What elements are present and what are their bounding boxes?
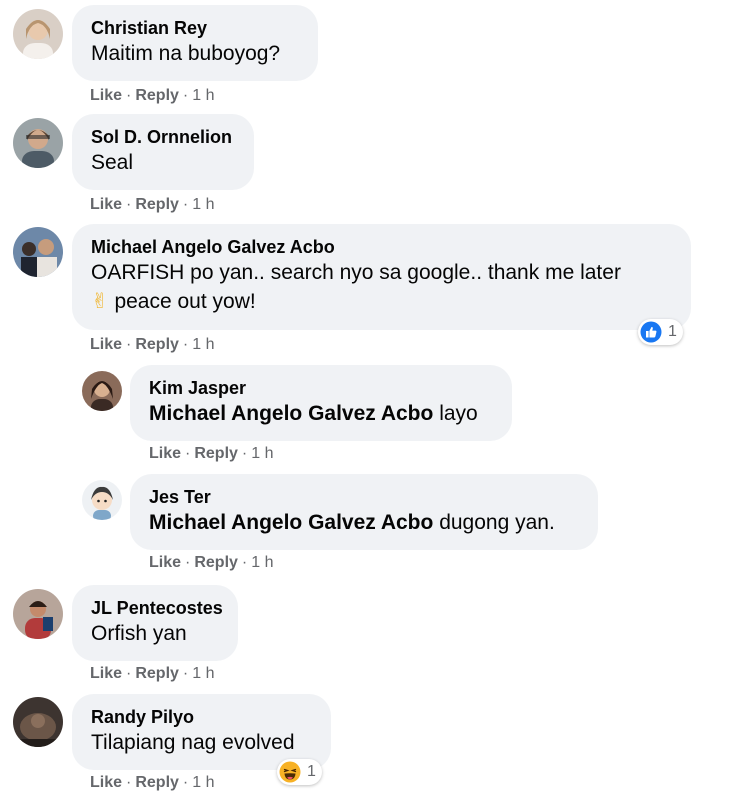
haha-reaction-icon — [279, 761, 301, 783]
comment-actions: Like · Reply · 1 h — [90, 664, 215, 684]
comment-author[interactable]: JL Pentecostes — [91, 597, 223, 619]
reply-button[interactable]: Reply — [135, 87, 179, 104]
comment-author[interactable]: Jes Ter — [149, 486, 578, 508]
comment-time[interactable]: 1 h — [192, 196, 214, 213]
comment-bubble: Kim Jasper Michael Angelo Galvez Acbo la… — [130, 365, 512, 441]
avatar[interactable] — [82, 480, 122, 520]
comment-author[interactable]: Randy Pilyo — [91, 706, 311, 728]
separator: · — [126, 774, 132, 791]
comment-time[interactable]: 1 h — [192, 665, 214, 682]
like-button[interactable]: Like — [90, 774, 122, 791]
like-button[interactable]: Like — [149, 445, 181, 462]
comment-bubble: Christian Rey Maitim na buboyog? — [72, 5, 318, 81]
like-reaction-icon — [640, 321, 662, 343]
separator: · — [241, 554, 248, 571]
separator: · — [182, 665, 189, 682]
separator: · — [185, 554, 191, 571]
like-button[interactable]: Like — [90, 87, 122, 104]
comment-actions: Like · Reply · 1 h — [90, 335, 215, 355]
comment-text-line: Michael Angelo Galvez Acbo dugong yan. — [149, 508, 578, 537]
comment-text: Tilapiang nag evolved — [91, 731, 295, 754]
separator: · — [126, 196, 132, 213]
comment-time[interactable]: 1 h — [192, 336, 214, 353]
comment-actions: Like · Reply · 1 h — [90, 86, 215, 106]
comment-author[interactable]: Kim Jasper — [149, 377, 492, 399]
comment-author[interactable]: Michael Angelo Galvez Acbo — [91, 236, 671, 258]
reply-button[interactable]: Reply — [135, 336, 179, 353]
comment-bubble: Sol D. Ornnelion Seal — [72, 114, 254, 190]
comment-text: Orfish yan — [91, 622, 187, 645]
comment-time[interactable]: 1 h — [251, 445, 273, 462]
comment-actions: Like · Reply · 1 h — [149, 444, 274, 464]
comment-text-line: ✌ peace out yow! — [91, 287, 671, 316]
avatar[interactable] — [13, 9, 63, 59]
separator: · — [182, 774, 189, 791]
reaction-badge[interactable]: 1 — [277, 759, 322, 785]
separator: · — [182, 196, 189, 213]
comment-text: OARFISH po yan.. search nyo sa google.. … — [91, 261, 621, 284]
comment-text: Seal — [91, 151, 134, 174]
separator: · — [182, 336, 189, 353]
comment-author[interactable]: Christian Rey — [91, 17, 298, 39]
reaction-count: 1 — [307, 763, 316, 780]
mention-link[interactable]: Michael Angelo Galvez Acbo — [149, 511, 433, 534]
separator: · — [185, 445, 191, 462]
reply-button[interactable]: Reply — [135, 196, 179, 213]
separator: · — [126, 87, 132, 104]
comment-actions: Like · Reply · 1 h — [149, 553, 274, 573]
like-button[interactable]: Like — [90, 196, 122, 213]
separator: · — [241, 445, 248, 462]
avatar[interactable] — [13, 589, 63, 639]
comment-text: Maitim na buboyog? — [91, 42, 281, 65]
comment-bubble: Michael Angelo Galvez Acbo OARFISH po ya… — [72, 224, 691, 330]
mention-link[interactable]: Michael Angelo Galvez Acbo — [149, 402, 433, 425]
avatar[interactable] — [13, 697, 63, 747]
comment-text: peace out yow! — [114, 290, 256, 313]
reaction-badge[interactable]: 1 — [638, 319, 683, 345]
separator: · — [126, 665, 132, 682]
comment-text: dugong yan. — [439, 511, 555, 534]
comment-bubble: Jes Ter Michael Angelo Galvez Acbo dugon… — [130, 474, 598, 550]
reply-button[interactable]: Reply — [135, 774, 179, 791]
comment-time[interactable]: 1 h — [251, 554, 273, 571]
comment-text-line: Michael Angelo Galvez Acbo layo — [149, 399, 492, 428]
avatar[interactable] — [82, 371, 122, 411]
reply-button[interactable]: Reply — [194, 554, 238, 571]
avatar[interactable] — [13, 227, 63, 277]
comment-time[interactable]: 1 h — [192, 774, 214, 791]
separator: · — [126, 336, 132, 353]
avatar[interactable] — [13, 118, 63, 168]
separator: · — [182, 87, 189, 104]
like-button[interactable]: Like — [90, 665, 122, 682]
comment-actions: Like · Reply · 1 h — [90, 195, 215, 215]
victory-hand-emoji: ✌ — [91, 290, 109, 313]
reaction-count: 1 — [668, 323, 677, 340]
comment-bubble: JL Pentecostes Orfish yan — [72, 585, 238, 661]
like-button[interactable]: Like — [149, 554, 181, 571]
comment-text: layo — [439, 402, 478, 425]
comment-author[interactable]: Sol D. Ornnelion — [91, 126, 234, 148]
like-button[interactable]: Like — [90, 336, 122, 353]
reply-button[interactable]: Reply — [135, 665, 179, 682]
comment-time[interactable]: 1 h — [192, 87, 214, 104]
comment-actions: Like · Reply · 1 h — [90, 773, 215, 793]
reply-button[interactable]: Reply — [194, 445, 238, 462]
